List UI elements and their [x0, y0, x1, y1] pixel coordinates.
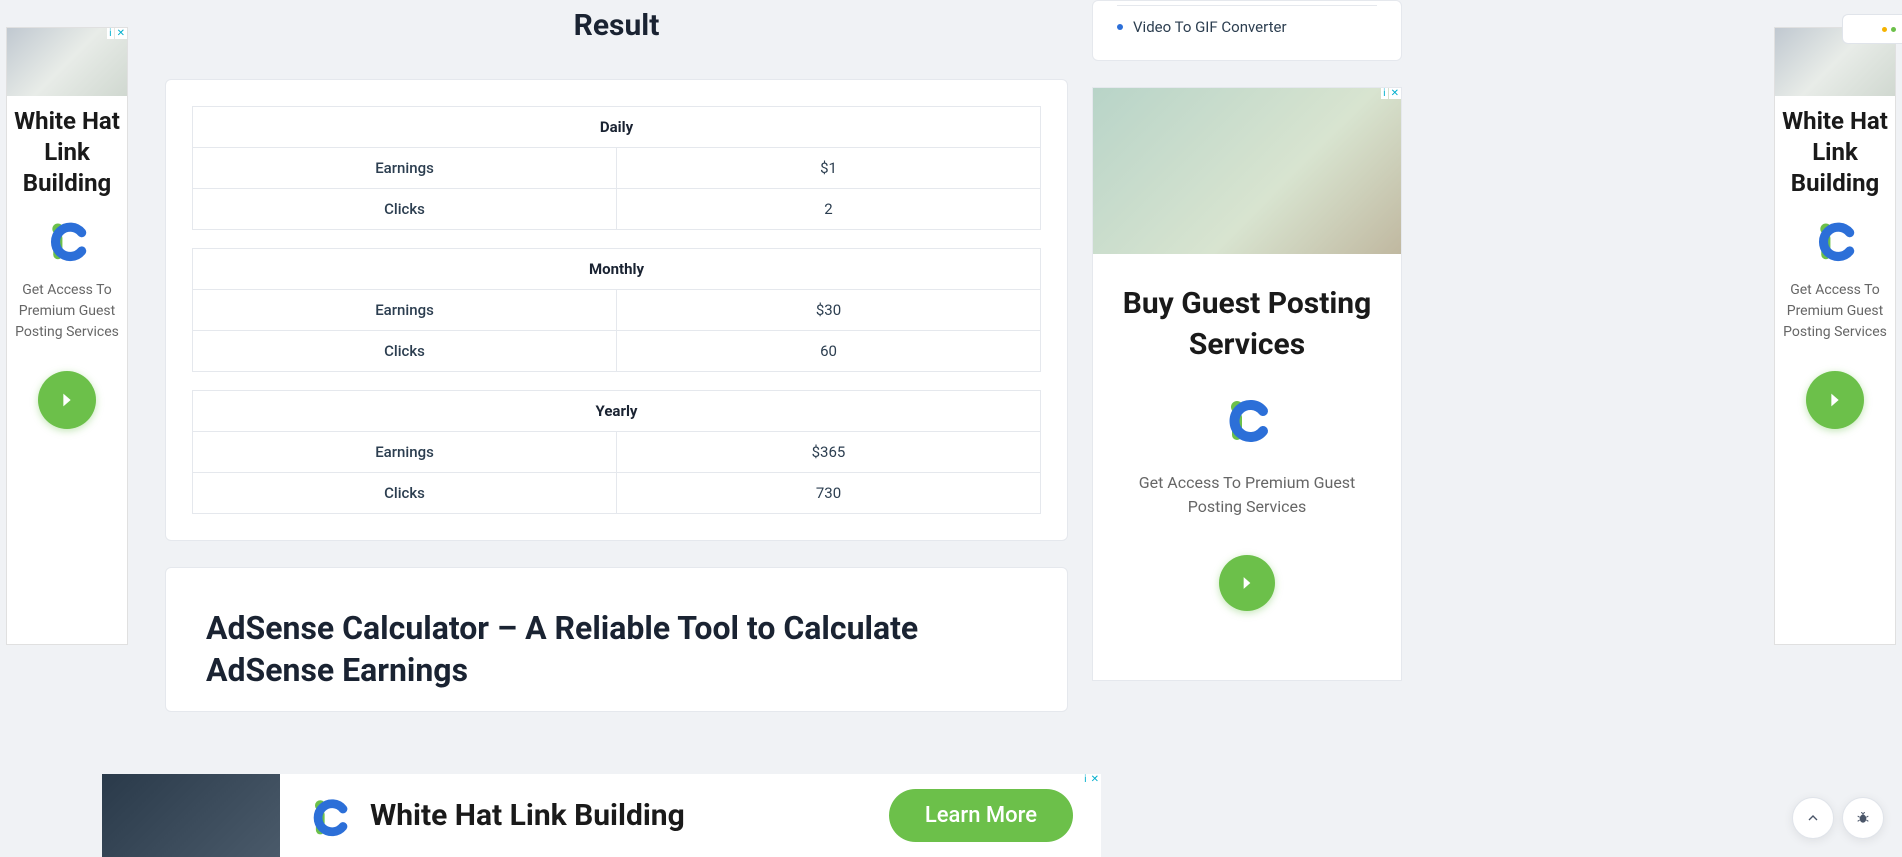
- clicks-label: Clicks: [193, 331, 617, 372]
- ad-cta-button[interactable]: [38, 371, 96, 429]
- adchoices-close-icon[interactable]: ✕: [1389, 88, 1401, 99]
- ad-cta-button[interactable]: [1806, 371, 1864, 429]
- earnings-value: $365: [617, 432, 1041, 473]
- ad-subtext: Get Access To Premium Guest Posting Serv…: [13, 280, 121, 343]
- adchoices-info-icon[interactable]: i: [1381, 88, 1387, 99]
- ad-logo-icon: [1813, 218, 1857, 262]
- ad-cta-button[interactable]: [1219, 555, 1275, 611]
- clicks-value: 730: [617, 473, 1041, 514]
- result-heading: Result: [165, 8, 1068, 43]
- scroll-to-top-button[interactable]: [1792, 797, 1834, 839]
- bug-icon: [1855, 810, 1871, 826]
- ad-subtext: Get Access To Premium Guest Posting Serv…: [1113, 471, 1381, 519]
- ad-headline: White Hat Link Building: [1781, 106, 1889, 200]
- ad-headline: Buy Guest Posting Services: [1113, 284, 1381, 365]
- sidebar-link-label: Video To GIF Converter: [1133, 18, 1287, 36]
- ad-cta-button[interactable]: Learn More: [889, 789, 1073, 842]
- earnings-value: $1: [617, 148, 1041, 189]
- bullet-icon: [1117, 24, 1123, 30]
- clicks-value: 60: [617, 331, 1041, 372]
- collapsed-widget[interactable]: [1842, 14, 1902, 44]
- ad-image: [102, 774, 280, 857]
- clicks-label: Clicks: [193, 189, 617, 230]
- ad-image: i ✕: [1093, 88, 1401, 254]
- earnings-label: Earnings: [193, 290, 617, 331]
- period-name: Monthly: [193, 249, 1041, 290]
- ad-sidebar[interactable]: i ✕ Buy Guest Posting Services Get Acces…: [1092, 87, 1402, 681]
- ad-logo-icon: [1223, 395, 1271, 443]
- ad-skyscraper-left[interactable]: i ✕ White Hat Link Building Get Access T…: [6, 27, 128, 645]
- result-table-yearly: Yearly Earnings $365 Clicks 730: [192, 390, 1041, 514]
- ad-headline: White Hat Link Building: [370, 798, 869, 833]
- period-name: Yearly: [193, 391, 1041, 432]
- report-bug-button[interactable]: [1842, 797, 1884, 839]
- clicks-value: 2: [617, 189, 1041, 230]
- earnings-label: Earnings: [193, 432, 617, 473]
- status-dot-icon: [1882, 27, 1887, 32]
- result-card: Daily Earnings $1 Clicks 2 Monthly Earni…: [165, 79, 1068, 541]
- ad-subtext: Get Access To Premium Guest Posting Serv…: [1781, 280, 1889, 343]
- adchoices-close-icon[interactable]: ✕: [1089, 774, 1101, 785]
- ad-skyscraper-right[interactable]: i ✕ White Hat Link Building Get Access T…: [1774, 27, 1896, 645]
- ad-leaderboard[interactable]: i ✕ White Hat Link Building Learn More: [102, 774, 1101, 857]
- period-name: Daily: [193, 107, 1041, 148]
- result-table-daily: Daily Earnings $1 Clicks 2: [192, 106, 1041, 230]
- earnings-value: $30: [617, 290, 1041, 331]
- sidebar-tools-card: Video To GIF Converter: [1092, 0, 1402, 61]
- earnings-label: Earnings: [193, 148, 617, 189]
- status-dot-icon: [1891, 27, 1896, 32]
- ad-logo-icon: [308, 795, 350, 837]
- divider: [1117, 5, 1377, 6]
- adchoices-info-icon[interactable]: i: [107, 28, 113, 39]
- chevron-up-icon: [1805, 810, 1821, 826]
- ad-logo-icon: [45, 218, 89, 262]
- sidebar-link-video-to-gif[interactable]: Video To GIF Converter: [1117, 18, 1377, 36]
- result-table-monthly: Monthly Earnings $30 Clicks 60: [192, 248, 1041, 372]
- ad-headline: White Hat Link Building: [13, 106, 121, 200]
- ad-image: i ✕: [7, 28, 127, 96]
- article-card: AdSense Calculator – A Reliable Tool to …: [165, 567, 1068, 712]
- article-title: AdSense Calculator – A Reliable Tool to …: [206, 608, 1027, 691]
- adchoices-close-icon[interactable]: ✕: [115, 28, 127, 39]
- clicks-label: Clicks: [193, 473, 617, 514]
